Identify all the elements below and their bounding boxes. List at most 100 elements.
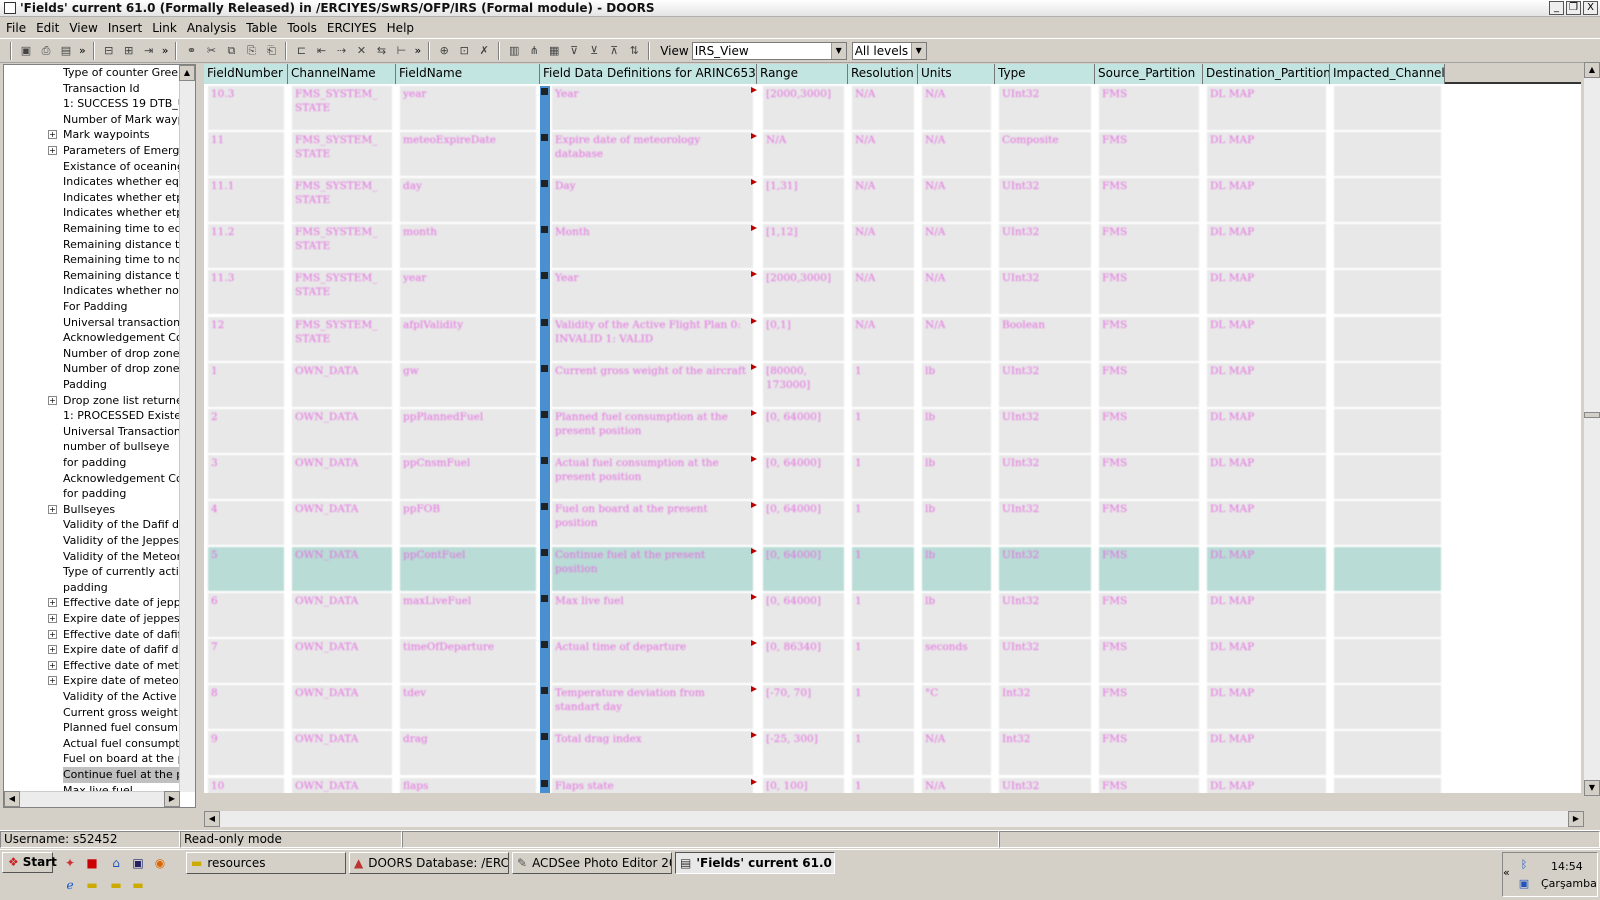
cell-fieldname[interactable]: maxLiveFuel: [400, 593, 536, 638]
cell-type[interactable]: Int32: [999, 685, 1091, 730]
expand-plus-icon[interactable]: +: [48, 614, 57, 623]
edit-attribute-icon[interactable]: ⊡: [455, 42, 473, 60]
tree-item[interactable]: + Expire date of meteorolog: [4, 673, 180, 689]
column-header-definition[interactable]: Field Data Definitions for ARINC653 (TAI…: [540, 64, 757, 84]
tree-item[interactable]: + Expire date of dafif datab: [4, 642, 180, 658]
cell-impacted-channel[interactable]: [1334, 547, 1441, 591]
tree-item[interactable]: Number of drop zones fo: [4, 346, 180, 362]
scroll-down-arrow-icon[interactable]: ▼: [1584, 780, 1600, 796]
ie-icon[interactable]: ℯ: [62, 877, 78, 893]
tree-item[interactable]: Transaction Id: [4, 81, 180, 97]
tree-item[interactable]: Actual fuel consumption a: [4, 736, 180, 752]
cell-fieldname[interactable]: meteoExpireDate: [400, 132, 536, 177]
cell-impacted-channel[interactable]: [1334, 593, 1441, 638]
tree-item[interactable]: Universal transaction iden: [4, 315, 180, 331]
cell-units[interactable]: N/A: [922, 316, 991, 361]
tree-item[interactable]: number of bullseye: [4, 439, 180, 455]
cell-destination-partition[interactable]: DL MAP: [1207, 731, 1326, 776]
tree-item[interactable]: Remaining time to equal t: [4, 221, 180, 237]
cell-definition[interactable]: Year: [552, 86, 753, 130]
cell-source-partition[interactable]: FMS: [1099, 86, 1199, 130]
column-header-resolution[interactable]: Resolution: [848, 64, 918, 84]
cell-resolution[interactable]: 1: [852, 408, 914, 453]
tree-item[interactable]: Validity of the Active Fligh: [4, 689, 180, 705]
link-flag-icon[interactable]: [751, 594, 757, 601]
table-row[interactable]: 11.3 FMS_SYSTEM_ STATE year Year [2000,3000]…: [204, 270, 1581, 318]
properties-icon[interactable]: ▦: [545, 42, 563, 60]
module-explorer-tree[interactable]: Type of counter Green Li Transaction Id 1:…: [3, 64, 196, 808]
view-select[interactable]: IRS_View ▼: [691, 41, 847, 60]
cell-resolution[interactable]: N/A: [852, 224, 914, 269]
tree-item[interactable]: Padding: [4, 377, 180, 393]
table-row[interactable]: 7 OWN_DATA timeOfDeparture Actual time of d…: [204, 639, 1581, 687]
menu-insert[interactable]: Insert: [106, 21, 150, 35]
link-flag-icon[interactable]: [751, 225, 757, 232]
tree-item[interactable]: Validity of the Meteorolog: [4, 549, 180, 565]
level-select[interactable]: All levels ▼: [851, 41, 927, 60]
cell-impacted-channel[interactable]: [1334, 731, 1441, 776]
scroll-thumb[interactable]: [1584, 412, 1600, 418]
tree-item[interactable]: Remaining distance to no: [4, 268, 180, 284]
expand-plus-icon[interactable]: +: [48, 146, 57, 155]
tree-item[interactable]: for padding: [4, 486, 180, 502]
cell-destination-partition[interactable]: DL MAP: [1207, 593, 1326, 638]
cell-impacted-channel[interactable]: [1334, 362, 1441, 407]
delete-attribute-icon[interactable]: ✗: [475, 42, 493, 60]
cell-range[interactable]: [0, 86340]: [763, 639, 844, 684]
cell-resolution[interactable]: 1: [852, 685, 914, 730]
cell-units[interactable]: N/A: [922, 270, 991, 315]
tree-item[interactable]: Acknowledgement Code:: [4, 330, 180, 346]
column-header-impacted-channel[interactable]: Impacted_Channel: [1330, 64, 1445, 84]
insert-right-icon[interactable]: ⇥: [140, 42, 158, 60]
columns-icon[interactable]: ▥: [505, 42, 523, 60]
filter-check-icon[interactable]: ⊻: [585, 42, 603, 60]
cell-destination-partition[interactable]: DL MAP: [1207, 547, 1326, 591]
cell-units[interactable]: N/A: [922, 731, 991, 776]
cell-resolution[interactable]: 1: [852, 454, 914, 499]
table-row[interactable]: 10.3 FMS_SYSTEM_ STATE year Year [2000,3000]…: [204, 86, 1581, 133]
cell-type[interactable]: UInt32: [999, 362, 1091, 407]
cell-fieldnumber[interactable]: 11.2: [208, 224, 284, 269]
tree-item[interactable]: Indicates whether no ret: [4, 283, 180, 299]
cell-units[interactable]: N/A: [922, 224, 991, 269]
cell-type[interactable]: UInt32: [999, 270, 1091, 315]
tree-item[interactable]: padding: [4, 580, 180, 596]
cell-type[interactable]: Composite: [999, 132, 1091, 177]
chevron-down-icon[interactable]: ▼: [910, 42, 926, 59]
cell-units[interactable]: lb: [922, 593, 991, 638]
cell-source-partition[interactable]: FMS: [1099, 224, 1199, 269]
cell-source-partition[interactable]: FMS: [1099, 454, 1199, 499]
folder-icon[interactable]: ▬: [84, 877, 100, 893]
cell-type[interactable]: UInt32: [999, 178, 1091, 223]
cell-channelname[interactable]: OWN_DATA: [292, 639, 392, 684]
tree-horizontal-scrollbar[interactable]: ◀ ▶: [4, 791, 180, 807]
cell-definition[interactable]: Total drag index: [552, 731, 753, 776]
cell-range[interactable]: [0, 64000]: [763, 408, 844, 453]
cell-channelname[interactable]: OWN_DATA: [292, 408, 392, 453]
table-row[interactable]: 6 OWN_DATA maxLiveFuel Max live fuel [0, 640…: [204, 593, 1581, 641]
cell-definition[interactable]: Planned fuel consumption at the present …: [552, 408, 753, 453]
tree-item[interactable]: Fuel on board at the pres: [4, 751, 180, 767]
link-out-icon[interactable]: ⇢: [332, 42, 350, 60]
menu-erciyes[interactable]: ERCIYES: [325, 21, 385, 35]
cell-range[interactable]: [-70, 70]: [763, 685, 844, 730]
link-tree-icon[interactable]: ⊢: [392, 42, 410, 60]
cell-channelname[interactable]: OWN_DATA: [292, 731, 392, 776]
cell-resolution[interactable]: N/A: [852, 270, 914, 315]
table-row[interactable]: 11.2 FMS_SYSTEM_ STATE month Month [1,12] N/A…: [204, 224, 1581, 272]
tree-item[interactable]: 1: PROCESSED Existenc: [4, 408, 180, 424]
cell-destination-partition[interactable]: DL MAP: [1207, 178, 1326, 223]
cell-destination-partition[interactable]: DL MAP: [1207, 777, 1326, 793]
cell-fieldnumber[interactable]: 11.3: [208, 270, 284, 315]
cell-source-partition[interactable]: FMS: [1099, 362, 1199, 407]
cell-units[interactable]: lb: [922, 362, 991, 407]
grid-horizontal-scrollbar[interactable]: ◀ ▶: [204, 811, 1584, 827]
tree-item[interactable]: + Effective date of dafif dat: [4, 627, 180, 643]
cell-channelname[interactable]: FMS_SYSTEM_ STATE: [292, 224, 392, 269]
task-doors-database[interactable]: ▲ DOORS Database: /ERCI...: [349, 852, 509, 874]
paste-icon[interactable]: ⎘: [242, 42, 260, 60]
chevron-down-icon[interactable]: ▼: [830, 42, 846, 59]
cell-impacted-channel[interactable]: [1334, 270, 1441, 315]
cell-type[interactable]: UInt32: [999, 454, 1091, 499]
expand-plus-icon[interactable]: +: [48, 676, 57, 686]
